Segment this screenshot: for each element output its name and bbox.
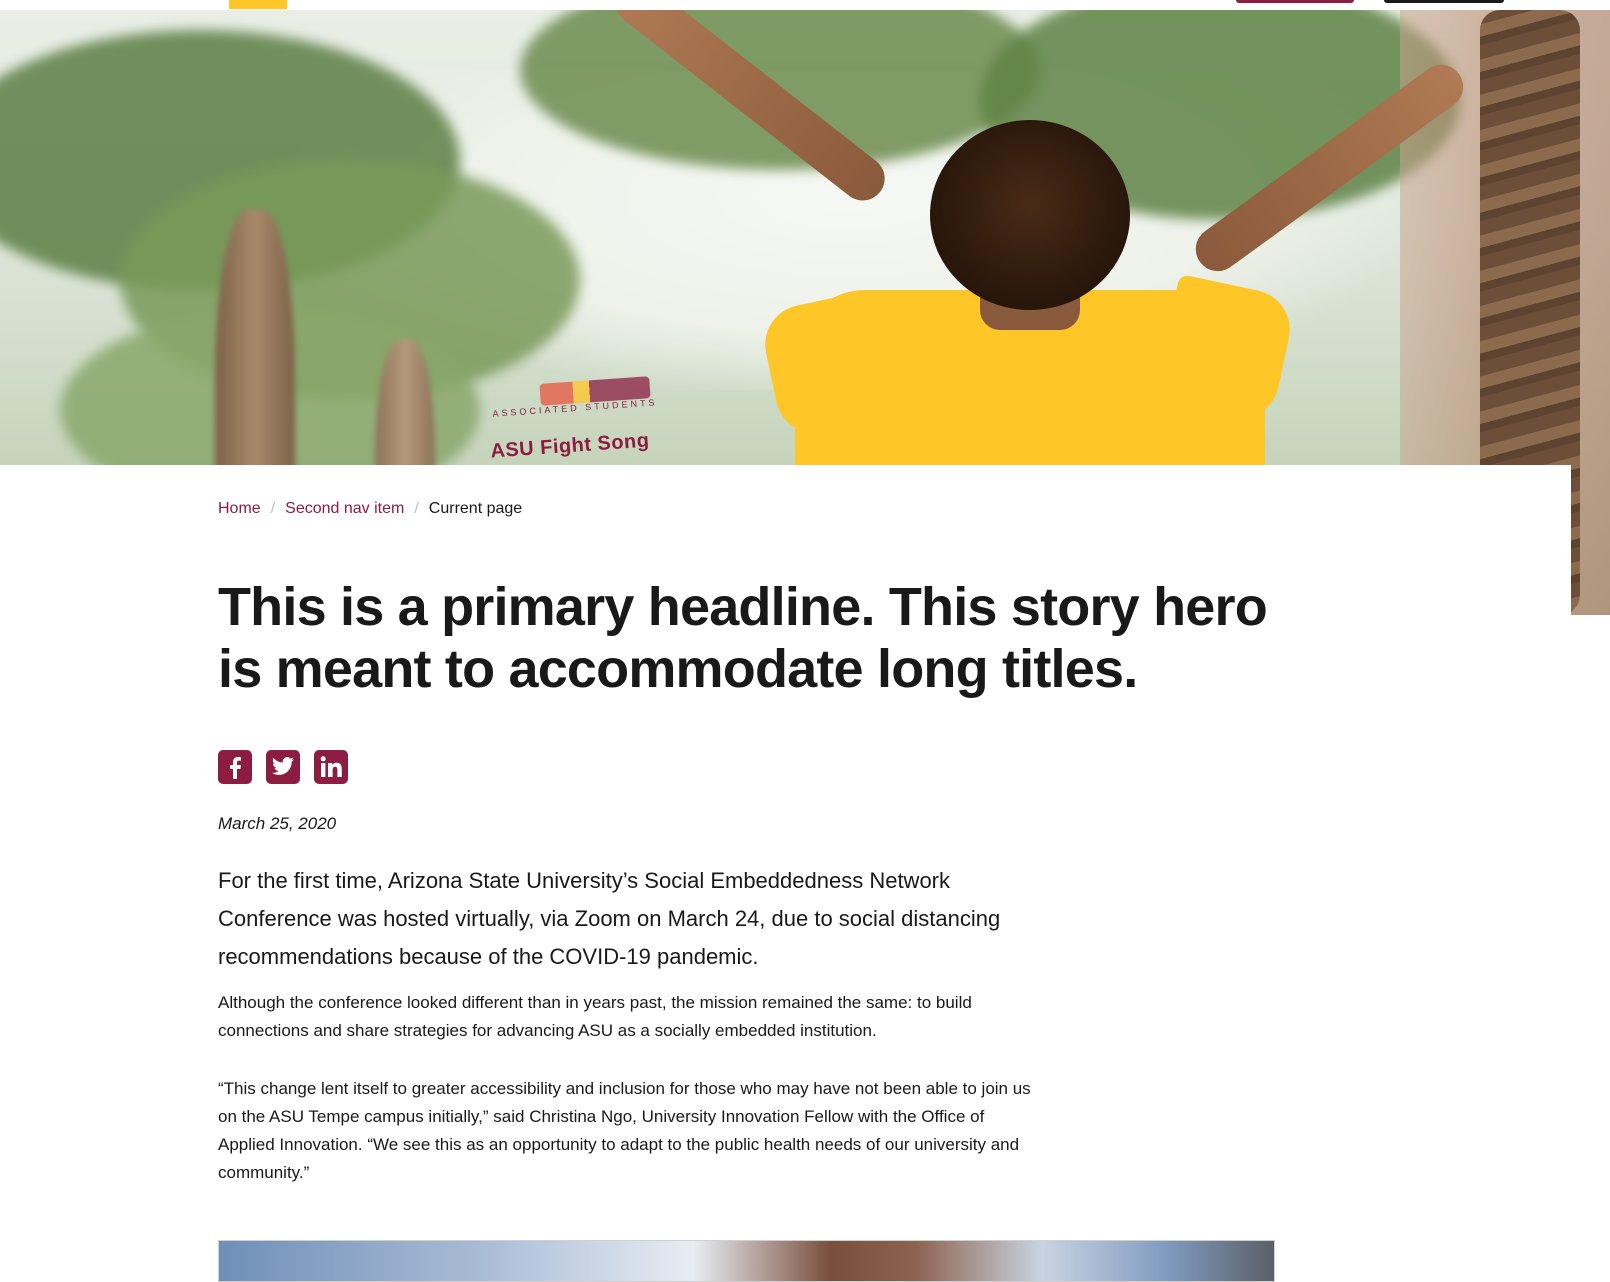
breadcrumb-second-link[interactable]: Second nav item (285, 500, 404, 518)
facebook-icon (224, 755, 246, 779)
page-title: This is a primary headline. This story h… (218, 577, 1268, 699)
publish-date: March 25, 2020 (218, 814, 337, 833)
facebook-share-button[interactable] (218, 750, 252, 784)
twitter-share-button[interactable] (266, 750, 300, 784)
breadcrumb-separator: / (414, 500, 419, 517)
twitter-icon (271, 757, 295, 777)
article-lede: For the first time, Arizona State Univer… (218, 868, 1001, 969)
top-nav-dark-button[interactable] (1384, 0, 1504, 3)
linkedin-icon (319, 755, 343, 779)
breadcrumb: Home / Second nav item / Current page (218, 500, 522, 518)
linkedin-share-button[interactable] (314, 750, 348, 784)
breadcrumb-home-link[interactable]: Home (218, 500, 261, 518)
breadcrumb-current-page: Current page (428, 500, 523, 517)
social-share-links (218, 750, 348, 784)
top-nav-maroon-button[interactable] (1236, 0, 1354, 3)
article-inline-image (218, 1240, 1275, 1282)
top-nav-active-indicator (229, 0, 287, 9)
article-paragraph: Although the conference looked different… (218, 993, 972, 1040)
breadcrumb-separator: / (270, 500, 276, 517)
curly-hair (930, 120, 1130, 310)
article-paragraph: “This change lent itself to greater acce… (218, 1079, 1031, 1182)
student-arms-raised (480, 10, 1530, 560)
